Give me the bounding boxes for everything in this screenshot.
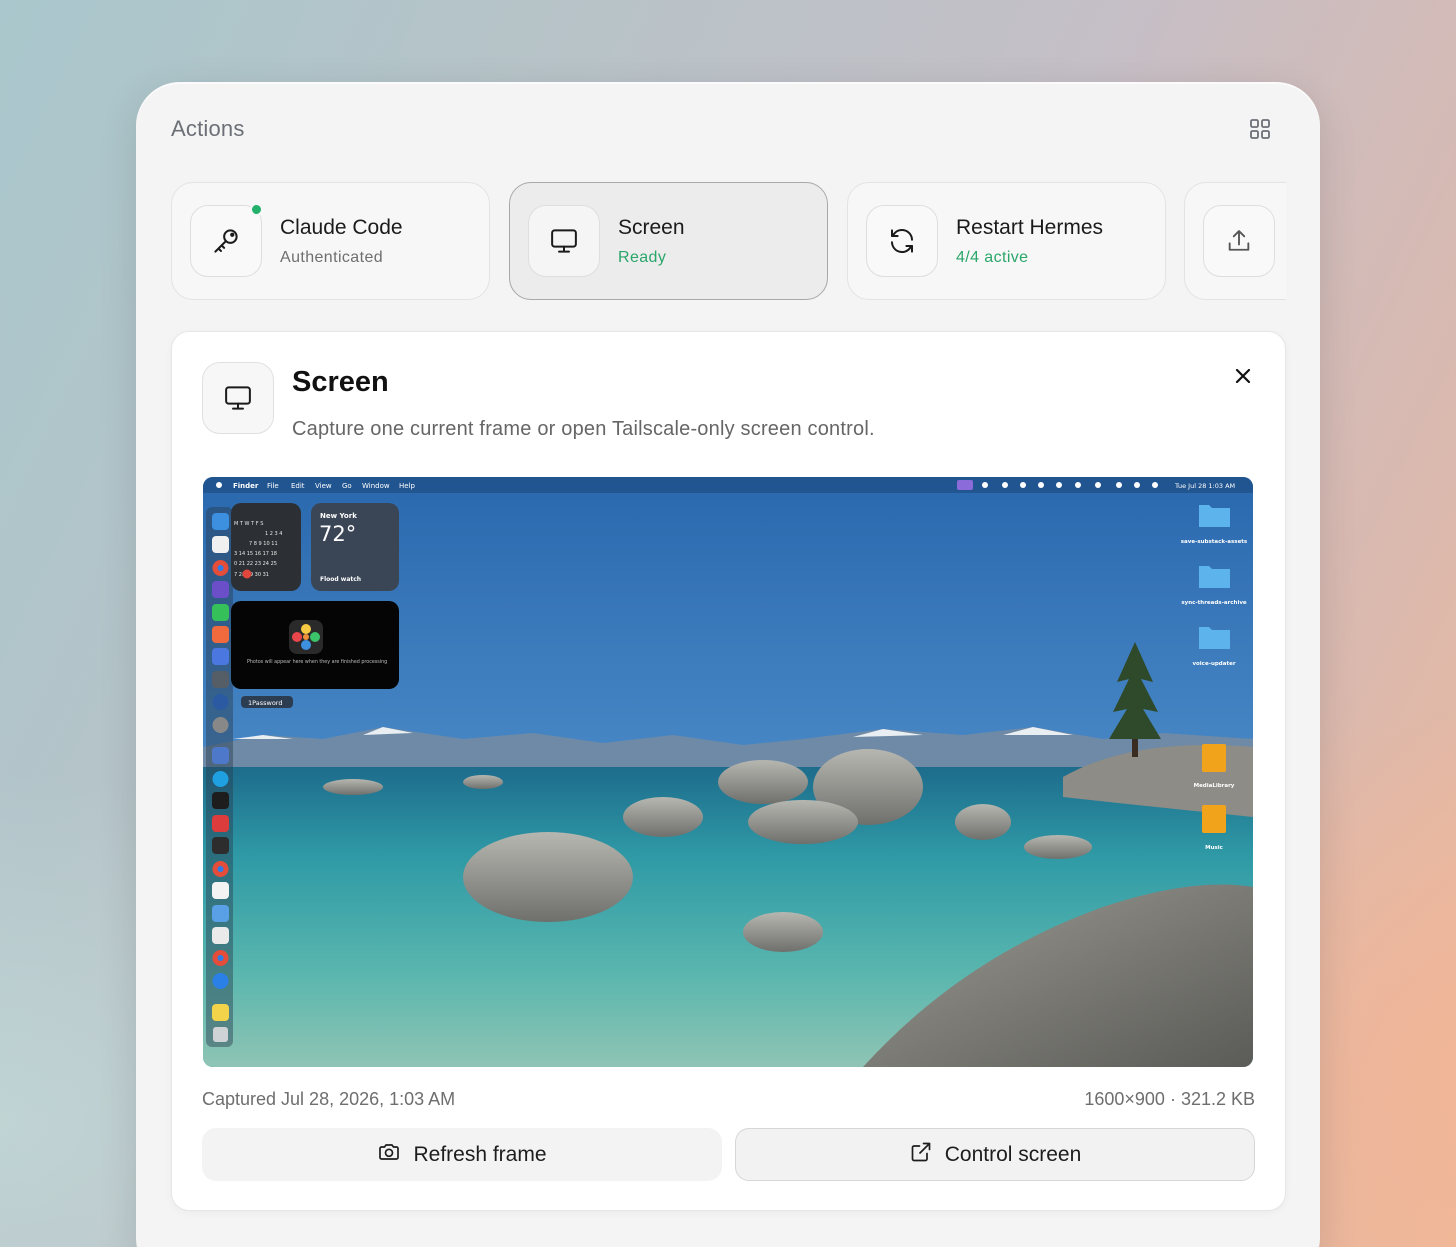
menu-edit: Edit	[291, 482, 305, 490]
desktop-folder: voice-updater	[1192, 661, 1235, 667]
actions-row: Claude Code Authenticated Screen Ready R…	[171, 182, 1286, 302]
frame-info: 1600×900 · 321.2 KB	[1084, 1089, 1255, 1109]
actions-panel: Actions Claude Code Authenticated Screen…	[136, 82, 1320, 1247]
refresh-icon	[866, 205, 938, 277]
desktop-file: MediaLibrary	[1194, 783, 1235, 789]
monitor-icon	[202, 362, 274, 434]
desktop-file: Music	[1205, 845, 1223, 851]
menu-window: Window	[362, 482, 390, 490]
detail-title: Screen	[292, 366, 389, 398]
desktop-wallpaper: Finder File Edit View Go Window Help Tue…	[203, 477, 1253, 1067]
calendar-row: 0 21 22 23 24 25	[234, 561, 277, 567]
action-upload[interactable]	[1184, 182, 1286, 300]
action-label: Claude Code	[280, 216, 403, 239]
weather-temp: 72°	[319, 522, 356, 546]
menu-file: File	[267, 482, 279, 490]
menu-finder: Finder	[233, 482, 259, 490]
menu-go: Go	[342, 482, 352, 490]
menu-clock: Tue Jul 28 1:03 AM	[1174, 482, 1235, 490]
photos-note: Photos will appear here when they are fi…	[247, 659, 387, 665]
monitor-icon	[528, 205, 600, 277]
calendar-row: 7 8 9 10 11	[249, 541, 278, 547]
detail-description: Capture one current frame or open Tailsc…	[292, 418, 875, 440]
dock-tooltip: 1Password	[248, 699, 283, 707]
control-screen-label: Control screen	[944, 1142, 1082, 1166]
upload-icon	[1203, 205, 1275, 277]
captured-timestamp: Captured Jul 28, 2026, 1:03 AM	[202, 1089, 456, 1109]
camera-icon	[377, 1140, 401, 1170]
calendar-row: 1 2 3 4	[265, 531, 283, 537]
refresh-frame-button[interactable]: Refresh frame	[202, 1128, 722, 1181]
online-status-dot	[250, 203, 263, 216]
desktop-folder: sync-threads-archive	[1181, 600, 1247, 606]
action-label: Screen	[618, 216, 685, 239]
calendar-row: 7 28 29 30 31	[234, 572, 269, 578]
refresh-frame-label: Refresh frame	[413, 1142, 547, 1166]
screen-frame-preview[interactable]: Finder File Edit View Go Window Help Tue…	[203, 477, 1253, 1067]
action-status: Ready	[618, 249, 667, 266]
action-label: Restart Hermes	[956, 216, 1104, 239]
desktop-folder: save-substack-assets	[1181, 539, 1248, 545]
weather-note: Flood watch	[320, 576, 361, 583]
action-restart-hermes[interactable]: Restart Hermes 4/4 active	[847, 182, 1166, 300]
calendar-row: 3 14 15 16 17 18	[234, 551, 277, 557]
calendar-row: M T W T F S	[234, 521, 263, 527]
menu-view: View	[315, 482, 332, 490]
close-icon[interactable]	[1231, 364, 1255, 388]
action-status: 4/4 active	[956, 249, 1029, 266]
panel-title: Actions	[171, 116, 245, 141]
control-screen-button[interactable]: Control screen	[735, 1128, 1255, 1181]
screen-detail-card: Screen Capture one current frame or open…	[171, 331, 1286, 1211]
grid-view-icon[interactable]	[1248, 117, 1272, 141]
menu-help: Help	[399, 482, 416, 490]
action-claude-code[interactable]: Claude Code Authenticated	[171, 182, 490, 300]
action-screen[interactable]: Screen Ready	[509, 182, 828, 300]
action-status: Authenticated	[280, 249, 384, 266]
external-link-icon	[909, 1140, 933, 1170]
weather-city: New York	[320, 512, 357, 520]
key-icon	[190, 205, 262, 277]
